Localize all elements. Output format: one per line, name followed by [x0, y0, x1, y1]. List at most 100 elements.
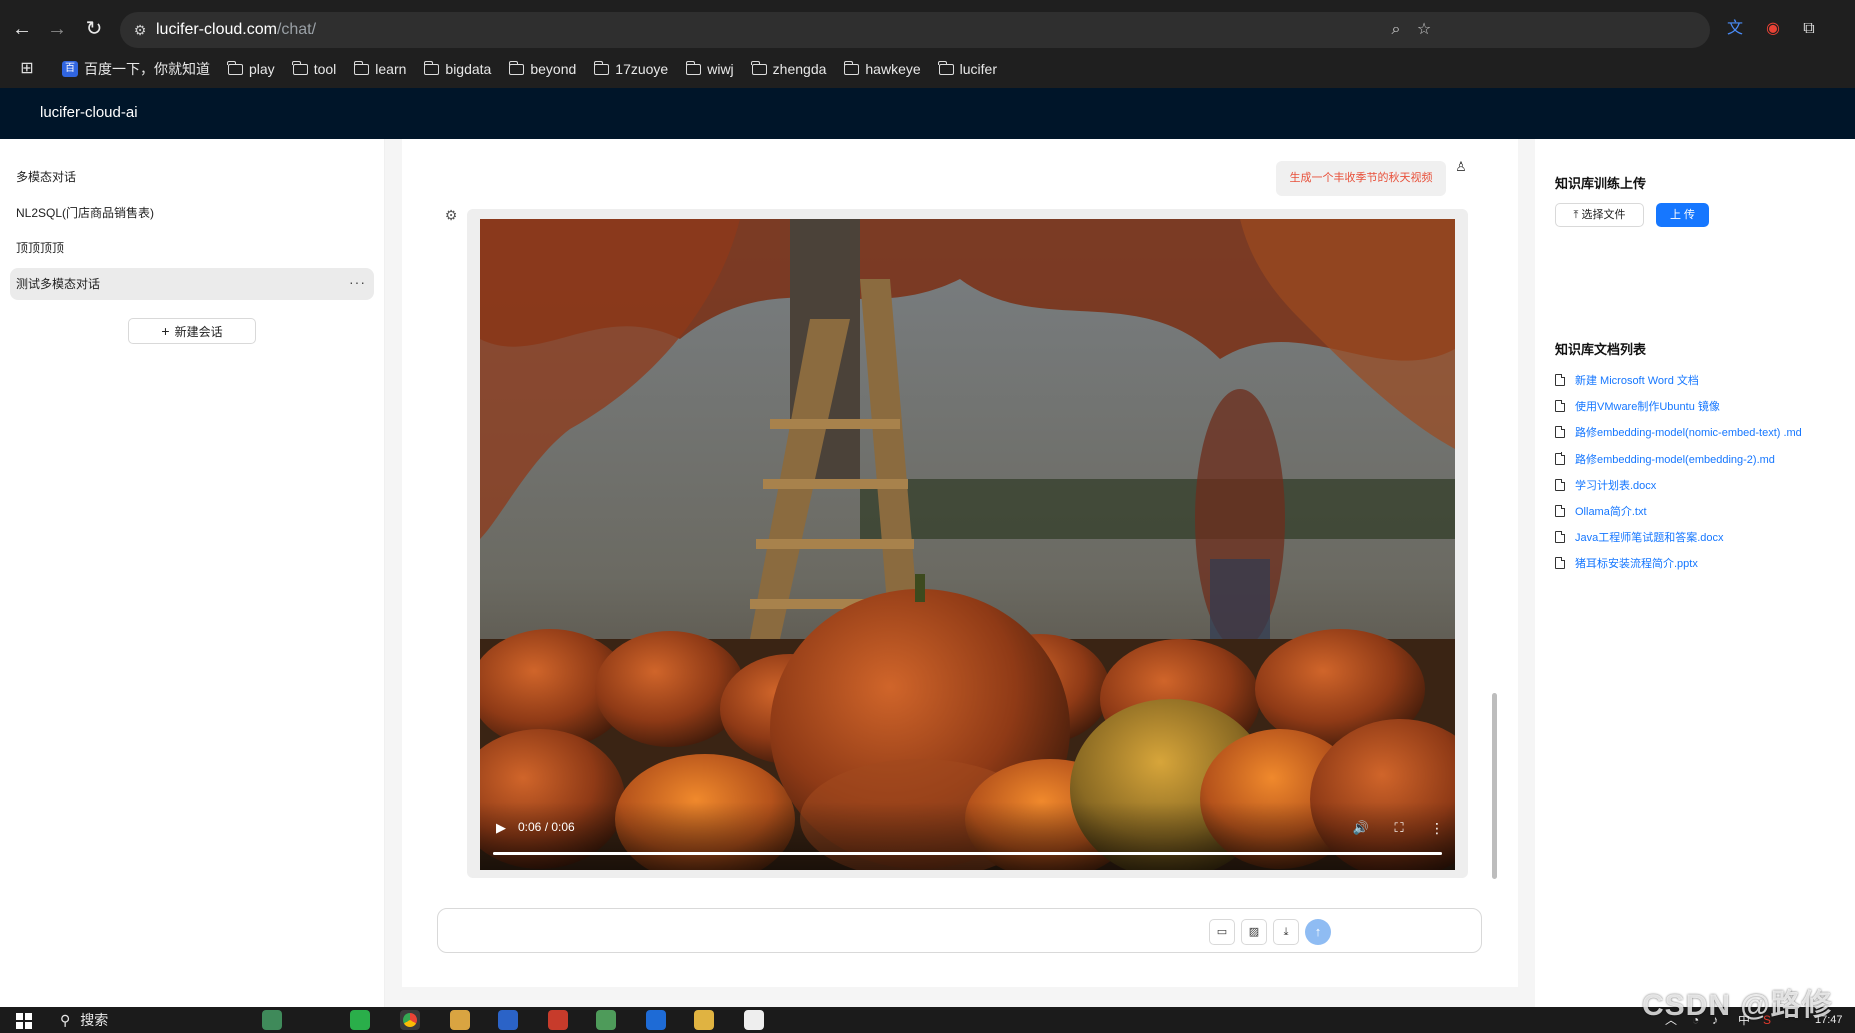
- app-icon[interactable]: [548, 1010, 568, 1030]
- conversation-label: 顶顶顶顶: [16, 241, 65, 255]
- upload-icon[interactable]: ⤓: [1273, 919, 1299, 945]
- bookmark-folder-hawkeye[interactable]: hawkeye: [843, 58, 921, 80]
- chrome-icon[interactable]: [400, 1010, 420, 1030]
- select-file-button[interactable]: ⤒ 选择文件: [1555, 203, 1644, 227]
- bookmark-star-icon[interactable]: ☆: [1413, 19, 1435, 41]
- back-arrow-icon[interactable]: ←: [7, 14, 37, 44]
- folder-icon: [938, 60, 954, 75]
- bookmark-label: learn: [375, 61, 407, 77]
- bookmark-folder-zhengda[interactable]: zhengda: [751, 58, 826, 80]
- bookmark-folder-17zuoye[interactable]: 17zuoye: [593, 58, 669, 80]
- file-icon: [1555, 557, 1566, 570]
- send-button[interactable]: ↑: [1305, 919, 1331, 945]
- search-icon: ⚲: [60, 1012, 71, 1028]
- address-bar[interactable]: ⚙ lucifer-cloud.com/chat/ ⌕ ☆: [120, 12, 1710, 48]
- translate-extension-icon[interactable]: 文: [1723, 17, 1747, 41]
- app-icon[interactable]: [646, 1010, 666, 1030]
- bookmark-label: beyond: [530, 61, 577, 77]
- app-icon[interactable]: [596, 1010, 616, 1030]
- document-name: 使用VMware制作Ubuntu 镜像: [1575, 401, 1720, 414]
- app-header: lucifer-cloud-ai: [0, 88, 1855, 139]
- document-name: 猪耳标安装流程简介.pptx: [1575, 558, 1698, 571]
- conversation-item-active[interactable]: 测试多模态对话 ···: [10, 267, 374, 300]
- bookmark-folder-learn[interactable]: learn: [353, 58, 407, 80]
- document-link[interactable]: 路修embedding-model(embedding-2).md: [1555, 446, 1845, 472]
- video-progress-fill: [493, 852, 1442, 855]
- user-message-bubble: 生成一个丰收季节的秋天视频: [1276, 161, 1446, 196]
- forward-arrow-icon[interactable]: →: [42, 14, 72, 44]
- upload-button[interactable]: 上 传: [1656, 203, 1709, 227]
- apps-grid-icon[interactable]: ⊞: [16, 58, 38, 80]
- url-host: lucifer-cloud.com: [156, 21, 277, 38]
- document-name: 学习计划表.docx: [1575, 479, 1657, 492]
- windows-start-icon[interactable]: [16, 1013, 32, 1029]
- browser-chrome: ← → ↻ ⚙ lucifer-cloud.com/chat/ ⌕ ☆ 文 ◉ …: [0, 0, 1855, 88]
- bookmark-folder-bigdata[interactable]: bigdata: [423, 58, 492, 80]
- typora-icon[interactable]: [744, 1010, 764, 1030]
- zoom-icon[interactable]: ⌕: [1385, 19, 1407, 41]
- bookmark-folder-lucifer[interactable]: lucifer: [938, 58, 997, 80]
- bookmark-folder-tool[interactable]: tool: [292, 58, 337, 80]
- document-name: 路修embedding-model(embedding-2).md: [1575, 453, 1775, 466]
- video-player[interactable]: ▶ 0:06 / 0:06 🔊 ⛶ ⋮: [480, 219, 1455, 870]
- video-frame: [480, 219, 1455, 870]
- extensions-puzzle-icon[interactable]: ⧉: [1797, 17, 1821, 41]
- conversation-list: 多模态对话 NL2SQL(门店商品销售表) 顶顶顶顶 测试多模态对话 ···: [10, 161, 374, 303]
- site-settings-icon[interactable]: ⚙: [130, 20, 150, 40]
- image-attach-icon[interactable]: ▨: [1241, 919, 1267, 945]
- bookmark-folder-play[interactable]: play: [227, 58, 275, 80]
- bookmark-label: bigdata: [445, 61, 492, 77]
- document-link[interactable]: 使用VMware制作Ubuntu 镜像: [1555, 393, 1845, 419]
- bookmark-baidu[interactable]: 百 百度一下，你就知道: [62, 58, 210, 80]
- fullscreen-icon[interactable]: ⛶: [1390, 819, 1408, 837]
- app-title: lucifer-cloud-ai: [40, 104, 138, 121]
- file-explorer-icon[interactable]: [694, 1010, 714, 1030]
- reload-icon[interactable]: ↻: [79, 14, 109, 44]
- address-url[interactable]: lucifer-cloud.com/chat/: [156, 21, 316, 39]
- file-icon: [1555, 504, 1566, 518]
- file-icon: [1555, 478, 1566, 491]
- url-path: /chat/: [276, 21, 317, 38]
- bookmark-label: 百度一下，你就知道: [84, 61, 210, 77]
- document-link[interactable]: 新建 Microsoft Word 文档: [1555, 367, 1845, 393]
- play-icon[interactable]: ▶: [492, 819, 510, 837]
- document-link[interactable]: 路修embedding-model(nomic-embed-text) .md: [1555, 419, 1845, 445]
- bookmark-folder-beyond[interactable]: beyond: [508, 58, 577, 80]
- folder-icon: [685, 60, 702, 75]
- bookmark-label: tool: [313, 61, 337, 77]
- file-icon: [1555, 452, 1566, 465]
- file-icon: [1555, 426, 1566, 439]
- wechat-icon[interactable]: [350, 1010, 370, 1030]
- select-file-label: 选择文件: [1581, 209, 1626, 221]
- weather-widget-icon[interactable]: [262, 1010, 282, 1030]
- document-link[interactable]: 猪耳标安装流程简介.pptx: [1555, 550, 1845, 576]
- more-options-icon[interactable]: ···: [349, 268, 366, 296]
- conversation-sidebar: 多模态对话 NL2SQL(门店商品销售表) 顶顶顶顶 测试多模态对话 ··· +…: [0, 139, 385, 1007]
- intellij-icon[interactable]: [498, 1010, 518, 1030]
- taskbar-search[interactable]: ⚲ 搜索: [60, 1010, 108, 1030]
- more-vertical-icon[interactable]: ⋮: [1428, 819, 1446, 837]
- conversation-item[interactable]: 多模态对话: [10, 161, 374, 193]
- conversation-item[interactable]: NL2SQL(门店商品销售表): [10, 197, 374, 229]
- bookmark-folder-wiwj[interactable]: wiwj: [685, 58, 734, 80]
- knowledge-sidebar: 知识库训练上传 ⤒ 选择文件 上 传 知识库文档列表 新建 Microsoft …: [1535, 139, 1855, 1007]
- user-avatar-icon: ♙: [1455, 159, 1467, 174]
- video-progress-bar[interactable]: [493, 852, 1442, 855]
- conversation-item[interactable]: 顶顶顶顶: [10, 232, 374, 264]
- conversation-label: 测试多模态对话: [16, 276, 101, 291]
- bookmark-label: wiwj: [707, 61, 734, 77]
- document-link[interactable]: Ollama简介.txt: [1555, 498, 1845, 524]
- chat-scrollbar[interactable]: [1492, 693, 1497, 879]
- document-link[interactable]: Java工程师笔试题和答案.docx: [1555, 524, 1845, 550]
- video-attach-icon[interactable]: ▭: [1209, 919, 1235, 945]
- chat-input-box[interactable]: ▭ ▨ ⤓ ↑: [437, 908, 1482, 953]
- plus-icon: +: [161, 323, 170, 339]
- color-extension-icon[interactable]: ◉: [1761, 17, 1785, 41]
- bookmark-label: 17zuoye: [615, 61, 669, 77]
- document-link[interactable]: 学习计划表.docx: [1555, 472, 1845, 498]
- document-name: Java工程师笔试题和答案.docx: [1575, 532, 1724, 545]
- assistant-avatar-icon: ⚙: [444, 207, 458, 223]
- new-conversation-button[interactable]: + 新建会话: [128, 318, 256, 344]
- volume-icon[interactable]: 🔊: [1352, 819, 1370, 837]
- app-icon[interactable]: [450, 1010, 470, 1030]
